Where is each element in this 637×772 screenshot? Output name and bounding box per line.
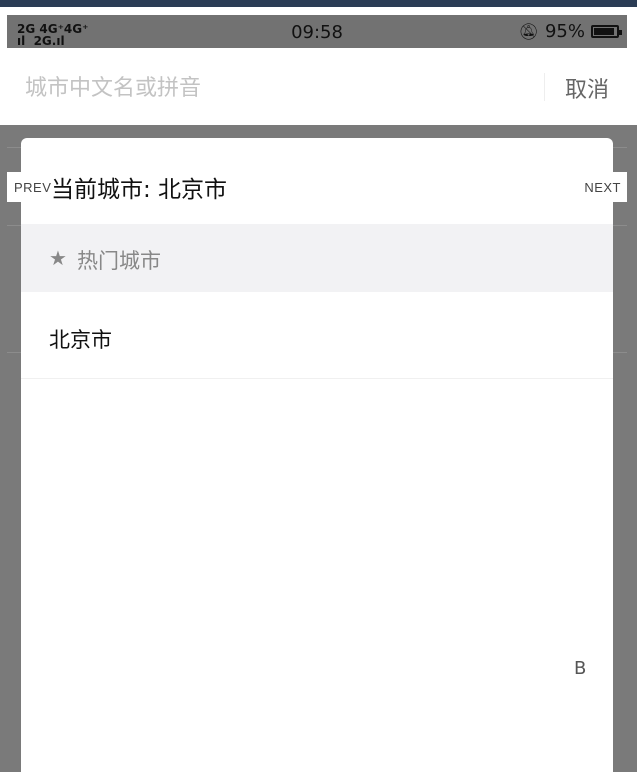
cancel-button[interactable]: 取消 <box>565 72 609 104</box>
city-name: 北京市 <box>49 328 112 352</box>
left-overlay-edge <box>0 125 7 772</box>
star-icon: ★ <box>49 246 67 270</box>
battery-percent: 95% <box>544 21 585 42</box>
current-city-label: 当前城市: 北京市 <box>51 177 228 203</box>
status-bar: 2G 4G⁺4G⁺ ıl 2G.ıl 09:58 🔕︎ 95% <box>7 15 627 48</box>
city-list-item[interactable]: 北京市 <box>21 292 613 379</box>
prev-button[interactable]: PREV <box>7 172 51 202</box>
status-right-group: 🔕︎ 95% <box>518 21 622 42</box>
index-letter-b[interactable]: B <box>574 658 586 679</box>
battery-icon <box>591 25 622 38</box>
search-divider <box>544 73 545 101</box>
search-bar: 取消 <box>7 48 627 125</box>
next-button[interactable]: NEXT <box>579 172 627 202</box>
bell-muted-icon: 🔕︎ <box>518 22 539 41</box>
hot-cities-header: ★ 热门城市 <box>21 224 613 292</box>
city-search-input[interactable] <box>23 68 527 108</box>
hot-cities-title: 热门城市 <box>77 249 161 273</box>
city-picker-modal: 当前城市: 北京市 ★ 热门城市 北京市 B <box>21 138 613 772</box>
right-overlay-edge <box>627 125 637 772</box>
top-edge-strip <box>0 0 637 7</box>
